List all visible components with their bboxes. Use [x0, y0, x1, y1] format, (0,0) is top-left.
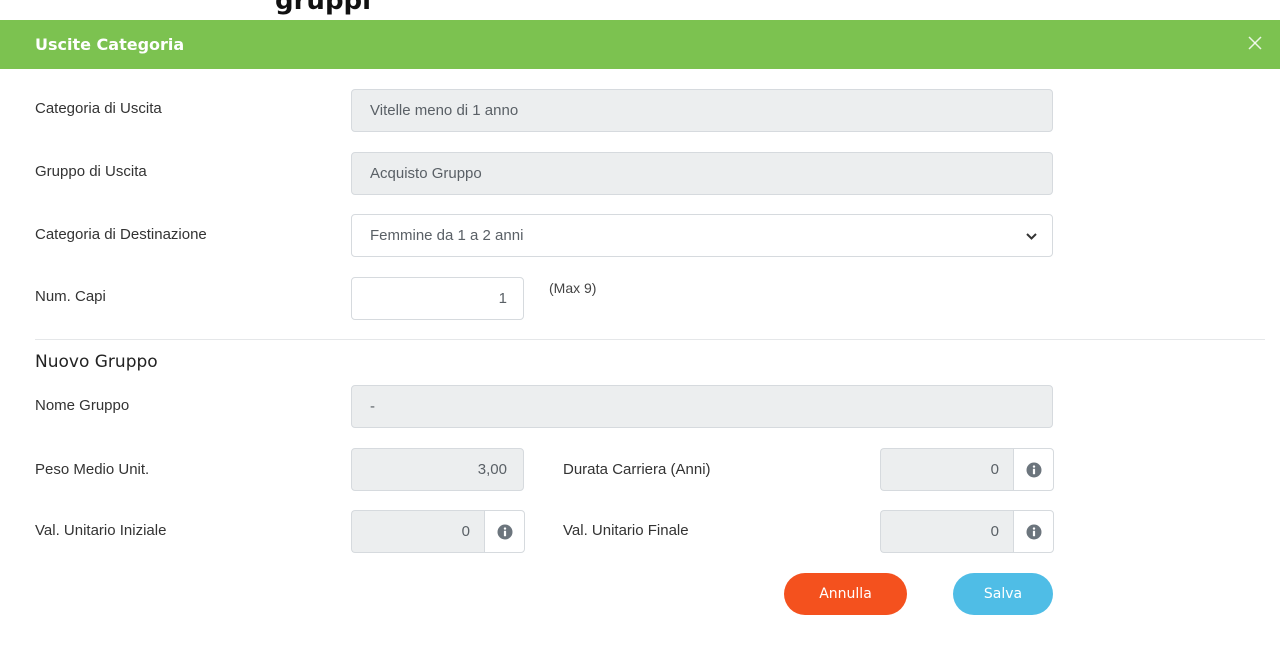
durata-carriera-group: 0: [880, 448, 1054, 491]
val-iniziale-value: 0: [461, 523, 470, 540]
val-finale-label: Val. Unitario Finale: [563, 522, 689, 539]
close-button[interactable]: [1244, 32, 1266, 54]
peso-medio-label: Peso Medio Unit.: [35, 461, 150, 478]
nome-gruppo-label: Nome Gruppo: [35, 397, 130, 414]
gruppo-uscita-field[interactable]: Acquisto Gruppo: [351, 152, 1053, 195]
peso-medio-field[interactable]: 3,00: [351, 448, 524, 491]
section-divider: [35, 339, 1265, 340]
val-iniziale-label: Val. Unitario Iniziale: [35, 522, 167, 539]
categoria-destinazione-label: Categoria di Destinazione: [35, 226, 207, 243]
durata-carriera-label: Durata Carriera (Anni): [563, 461, 711, 478]
val-finale-field[interactable]: 0: [880, 510, 1013, 553]
durata-carriera-value: 0: [990, 461, 999, 478]
modal-header: Uscite Categoria: [0, 20, 1280, 69]
info-icon: [1026, 524, 1041, 539]
val-iniziale-info-button[interactable]: [484, 510, 525, 553]
durata-carriera-info-button[interactable]: [1013, 448, 1054, 491]
nome-gruppo-field[interactable]: -: [351, 385, 1053, 428]
nuovo-gruppo-title: Nuovo Gruppo: [35, 352, 158, 372]
modal-title: Uscite Categoria: [35, 35, 185, 54]
num-capi-value: 1: [498, 290, 507, 307]
categoria-destinazione-value: Femmine da 1 a 2 anni: [370, 227, 524, 244]
num-capi-input[interactable]: 1: [351, 277, 524, 320]
val-finale-group: 0: [880, 510, 1054, 553]
val-finale-value: 0: [990, 523, 999, 540]
durata-carriera-field[interactable]: 0: [880, 448, 1013, 491]
peso-medio-value: 3,00: [477, 461, 507, 478]
categoria-uscita-field[interactable]: Vitelle meno di 1 anno: [351, 89, 1053, 132]
val-iniziale-group: 0: [351, 510, 525, 553]
nome-gruppo-value: -: [370, 398, 375, 415]
gruppo-uscita-label: Gruppo di Uscita: [35, 163, 147, 180]
gruppo-uscita-value: Acquisto Gruppo: [370, 165, 482, 182]
categoria-uscita-value: Vitelle meno di 1 anno: [370, 102, 519, 119]
val-iniziale-field[interactable]: 0: [351, 510, 484, 553]
close-icon: [1248, 36, 1262, 50]
info-icon: [497, 524, 512, 539]
cancel-button[interactable]: Annulla: [784, 573, 907, 615]
info-icon: [1026, 462, 1041, 477]
num-capi-hint: (Max 9): [549, 280, 597, 296]
save-button[interactable]: Salva: [953, 573, 1053, 615]
val-finale-info-button[interactable]: [1013, 510, 1054, 553]
background-page-title-fragment: gruppi: [0, 0, 1280, 20]
num-capi-label: Num. Capi: [35, 288, 106, 305]
categoria-uscita-label: Categoria di Uscita: [35, 100, 162, 117]
background-title-text: gruppi: [275, 0, 372, 16]
categoria-destinazione-select[interactable]: Femmine da 1 a 2 anni: [351, 214, 1053, 257]
chevron-down-icon: [1026, 233, 1037, 240]
